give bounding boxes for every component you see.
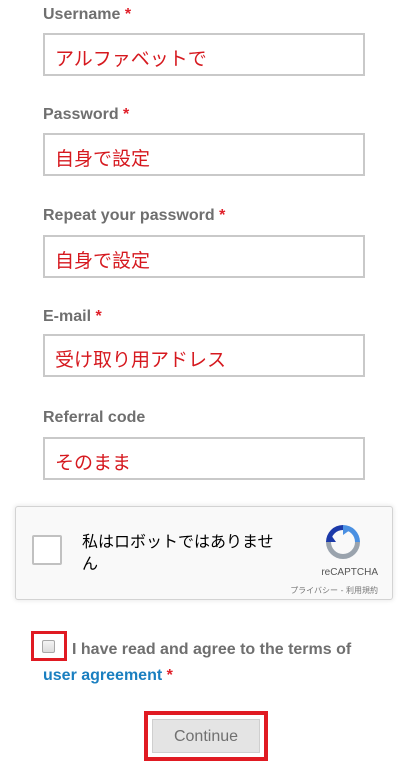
password-value: 自身で設定 bbox=[55, 148, 151, 170]
recaptcha-label: 私はロボットではありません bbox=[82, 532, 274, 573]
referral-label: Referral code bbox=[43, 409, 146, 426]
required-marker: * bbox=[124, 6, 132, 23]
referral-input[interactable]: そのまま bbox=[43, 437, 365, 480]
recaptcha-privacy-terms-links[interactable]: プライバシー - 利用規約 bbox=[290, 585, 378, 596]
username-label: Username * bbox=[43, 6, 132, 23]
recaptcha-logo-icon bbox=[326, 525, 360, 559]
recaptcha-brand: reCAPTCHA bbox=[321, 567, 378, 578]
password-input[interactable]: 自身で設定 bbox=[43, 133, 365, 176]
username-input[interactable]: アルファベットで bbox=[43, 33, 365, 76]
repeat-password-value: 自身で設定 bbox=[55, 250, 151, 272]
email-label: E-mail * bbox=[43, 308, 102, 325]
email-value: 受け取り用アドレス bbox=[55, 349, 227, 371]
user-agreement-link[interactable]: user agreement bbox=[43, 667, 162, 684]
username-value: アルファベットで bbox=[55, 48, 207, 70]
email-input[interactable]: 受け取り用アドレス bbox=[43, 334, 365, 377]
agreement-text: I have read and agree to the terms of us… bbox=[43, 641, 352, 684]
recaptcha-checkbox[interactable] bbox=[32, 535, 62, 565]
required-marker: * bbox=[95, 308, 102, 325]
required-marker: * bbox=[123, 106, 130, 123]
repeat-password-input[interactable]: 自身で設定 bbox=[43, 235, 365, 278]
required-marker: * bbox=[166, 667, 173, 684]
repeat-password-label: Repeat your password * bbox=[43, 207, 226, 224]
recaptcha-widget: 私はロボットではありません reCAPTCHA プライバシー - 利用規約 bbox=[15, 506, 393, 600]
referral-value: そのまま bbox=[55, 452, 132, 474]
required-marker: * bbox=[219, 207, 226, 224]
continue-button[interactable]: Continue bbox=[152, 719, 260, 753]
continue-button-highlight: Continue bbox=[144, 711, 268, 761]
password-label: Password * bbox=[43, 106, 130, 123]
